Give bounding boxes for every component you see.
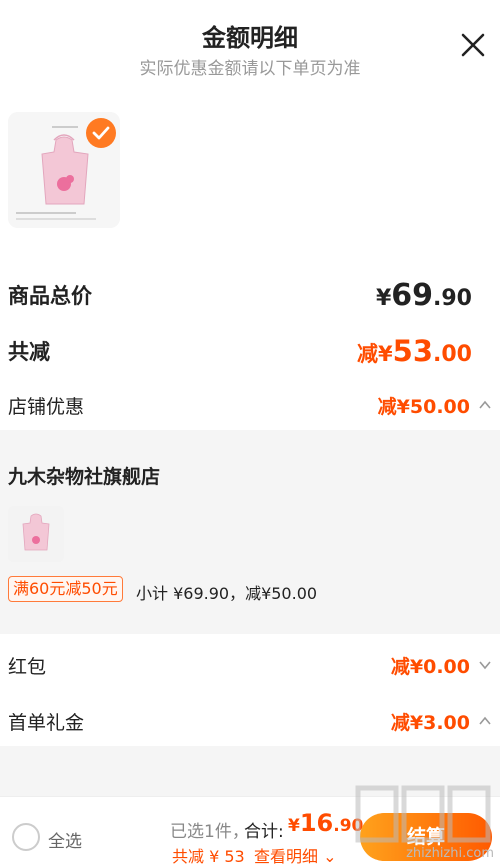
select-all-label[interactable]: 全选	[48, 827, 82, 852]
view-details-link[interactable]: 查看明细 ⌄	[254, 843, 337, 867]
store-discount-row[interactable]: 店铺优惠 减¥50.00	[0, 390, 500, 420]
apron-mini-image	[8, 506, 64, 562]
chosen-count: 已选1件，	[170, 822, 249, 842]
total-value: ¥16.90	[288, 809, 364, 837]
store-discount-label: 店铺优惠	[8, 396, 85, 418]
total-label: 合计:	[244, 822, 284, 842]
first-order-gift-row[interactable]: 首单礼金 减¥3.00	[0, 706, 500, 736]
goods-total-value: ¥69.90	[375, 278, 472, 313]
selected-check-icon[interactable]	[86, 118, 116, 148]
total-discount-label: 共减	[8, 340, 50, 364]
red-packet-label: 红包	[8, 656, 47, 678]
first-order-gift-label: 首单礼金	[8, 712, 85, 734]
store-name[interactable]: 九木杂物社旗舰店	[8, 462, 160, 489]
store-detail-panel: 九木杂物社旗舰店 满60元减50元 小计 ¥69.90，减¥50.00	[0, 430, 500, 634]
red-packet-value: 减¥0.00	[390, 656, 470, 678]
select-all-radio[interactable]	[12, 823, 40, 851]
close-icon[interactable]	[458, 30, 488, 60]
page-subtitle: 实际优惠金额请以下单页为准	[139, 59, 361, 79]
total-discount-value: 减¥53.00	[357, 334, 472, 368]
goods-total-label: 商品总价	[8, 284, 92, 308]
chevron-up-icon[interactable]	[478, 714, 492, 728]
chevron-up-icon[interactable]	[478, 398, 492, 412]
promo-subtotal-text: 小计 ¥69.90，减¥50.00	[136, 584, 318, 603]
header: 金额明细 实际优惠金额请以下单页为准	[0, 0, 500, 90]
first-order-detail-panel	[0, 746, 500, 796]
promo-tag: 满60元减50元	[8, 576, 123, 602]
store-product-thumbnail[interactable]	[8, 506, 64, 562]
store-discount-value: 减¥50.00	[377, 396, 470, 418]
first-order-gift-value: 减¥3.00	[390, 712, 470, 734]
total-discount-row: 共减 减¥53.00	[0, 334, 500, 368]
goods-total-row: 商品总价 ¥69.90	[0, 278, 500, 313]
watermark-text: zhizhizhi.com	[406, 846, 494, 861]
saved-amount: 共减 ¥ 53	[172, 847, 245, 866]
chevron-down-icon[interactable]	[478, 658, 492, 672]
page-title: 金额明细	[202, 24, 298, 52]
red-packet-row[interactable]: 红包 减¥0.00	[0, 650, 500, 680]
